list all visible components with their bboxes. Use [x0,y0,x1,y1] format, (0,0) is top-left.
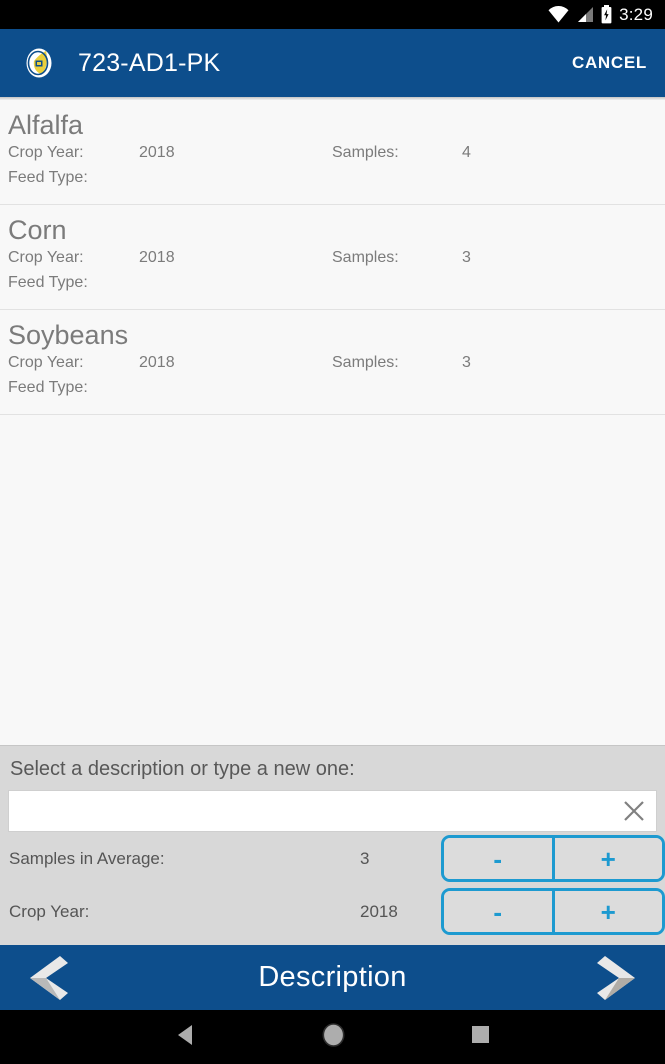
crop-year-label: Crop Year: [8,143,84,161]
row-title: Corn [8,214,67,245]
row-detail-line: Crop Year: 2018 Samples: 4 [0,142,665,167]
samples-in-average-label: Samples in Average: [9,849,165,868]
crop-year-stepper: - + [441,888,665,935]
chevron-left-icon[interactable] [16,952,76,1004]
page-title: 723-AD1-PK [78,48,221,77]
app-screen: 3:29 723-AD1-PK CANCEL Alfalfa Crop Year… [0,0,665,1064]
app-logo-icon [22,46,56,80]
feed-type-label: Feed Type: [8,168,88,186]
samples-in-average-stepper: - + [441,835,665,882]
description-input[interactable] [9,791,656,831]
bottom-nav-title: Description [258,961,407,993]
row-title: Alfalfa [8,110,84,140]
bottom-nav-bar: Description [0,945,665,1010]
crop-year-value: 2018 [139,143,175,161]
crop-year-decrement-button[interactable]: - [444,891,552,932]
recents-square-icon[interactable] [471,1025,490,1049]
app-bar: 723-AD1-PK CANCEL [0,29,665,97]
samples-value: 4 [462,143,471,161]
samples-value: 3 [462,248,471,266]
battery-charging-icon [601,5,612,24]
status-bar-clock: 3:29 [619,4,653,24]
row-detail-line: Feed Type: [0,272,665,297]
description-prompt: Select a description or type a new one: [10,758,355,780]
row-detail-line: Feed Type: [0,377,665,402]
feed-type-label: Feed Type: [8,273,88,291]
table-row[interactable]: Alfalfa Crop Year: 2018 Samples: 4 Feed … [0,100,665,205]
feed-type-label: Feed Type: [8,378,88,396]
samples-label: Samples: [332,248,399,266]
crop-year-value: 2018 [139,248,175,266]
samples-value: 3 [462,353,471,371]
crop-year-value: 2018 [139,353,175,371]
table-row[interactable]: Soybeans Crop Year: 2018 Samples: 3 Feed… [0,309,665,415]
table-row[interactable]: Corn Crop Year: 2018 Samples: 3 Feed Typ… [0,204,665,310]
row-detail-line: Feed Type: [0,167,665,192]
cancel-button[interactable]: CANCEL [572,53,647,73]
row-detail-line: Crop Year: 2018 Samples: 3 [0,247,665,272]
crop-year-row: Crop Year: 2018 - + [0,885,665,938]
back-triangle-icon[interactable] [176,1024,196,1051]
samples-label: Samples: [332,353,399,371]
row-title: Soybeans [8,319,129,350]
crop-year-label: Crop Year: [8,353,84,371]
description-panel: Select a description or type a new one: … [0,745,665,945]
samples-in-average-value: 3 [360,849,370,868]
samples-decrement-button[interactable]: - [444,838,552,879]
crop-year-value: 2018 [360,902,398,921]
crop-year-increment-button[interactable]: + [554,891,662,932]
status-bar: 3:29 [0,0,665,29]
samples-increment-button[interactable]: + [554,838,662,879]
samples-label: Samples: [332,143,399,161]
crop-year-label: Crop Year: [8,248,84,266]
row-detail-line: Crop Year: 2018 Samples: 3 [0,352,665,377]
chevron-right-icon[interactable] [589,952,649,1004]
crop-year-label: Crop Year: [9,902,90,921]
close-icon[interactable] [621,798,647,824]
wifi-icon [548,6,569,23]
description-input-wrap [8,790,657,832]
home-circle-icon[interactable] [321,1022,346,1053]
signal-icon [578,7,594,22]
crop-list: Alfalfa Crop Year: 2018 Samples: 4 Feed … [0,100,665,415]
samples-in-average-row: Samples in Average: 3 - + [0,832,665,885]
system-nav-bar [0,1010,665,1064]
